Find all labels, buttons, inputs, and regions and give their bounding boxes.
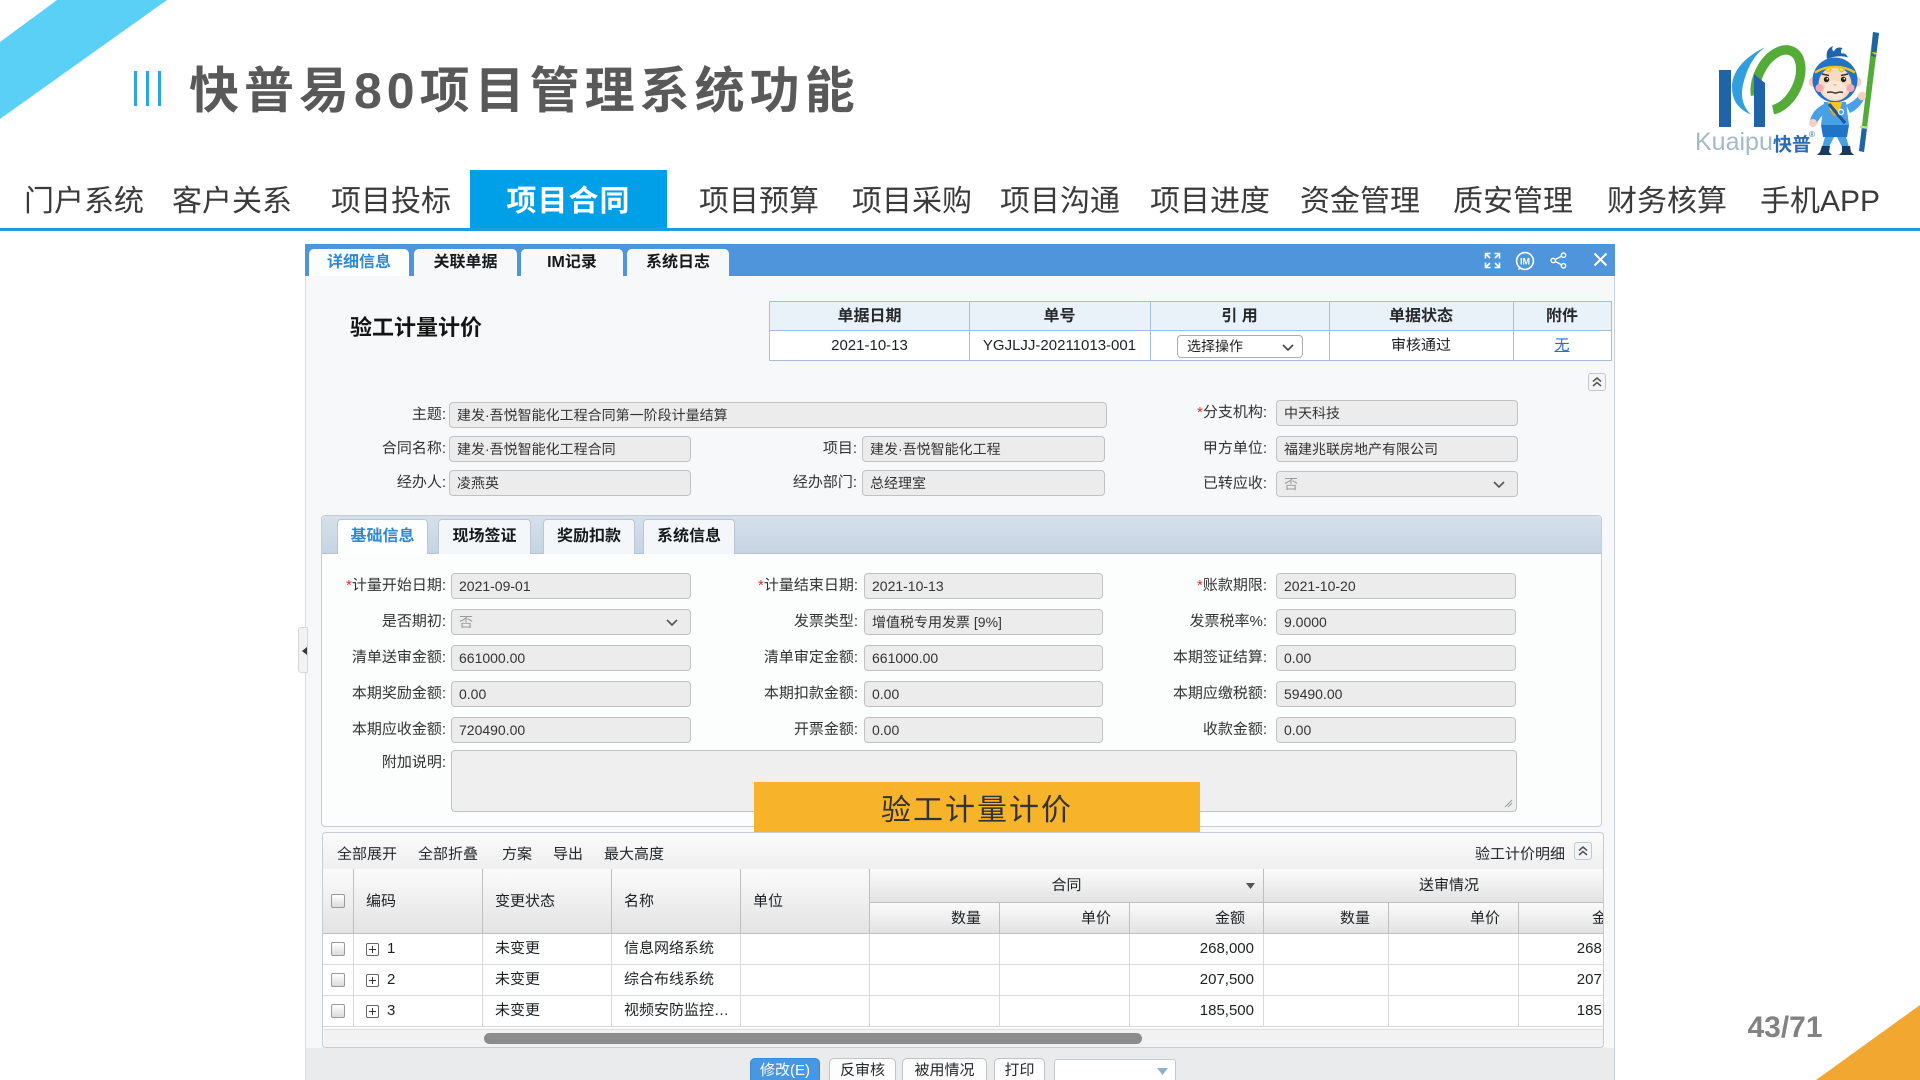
svg-text:Kuaipu: Kuaipu <box>1695 128 1773 156</box>
svg-text:IM: IM <box>1520 256 1530 266</box>
